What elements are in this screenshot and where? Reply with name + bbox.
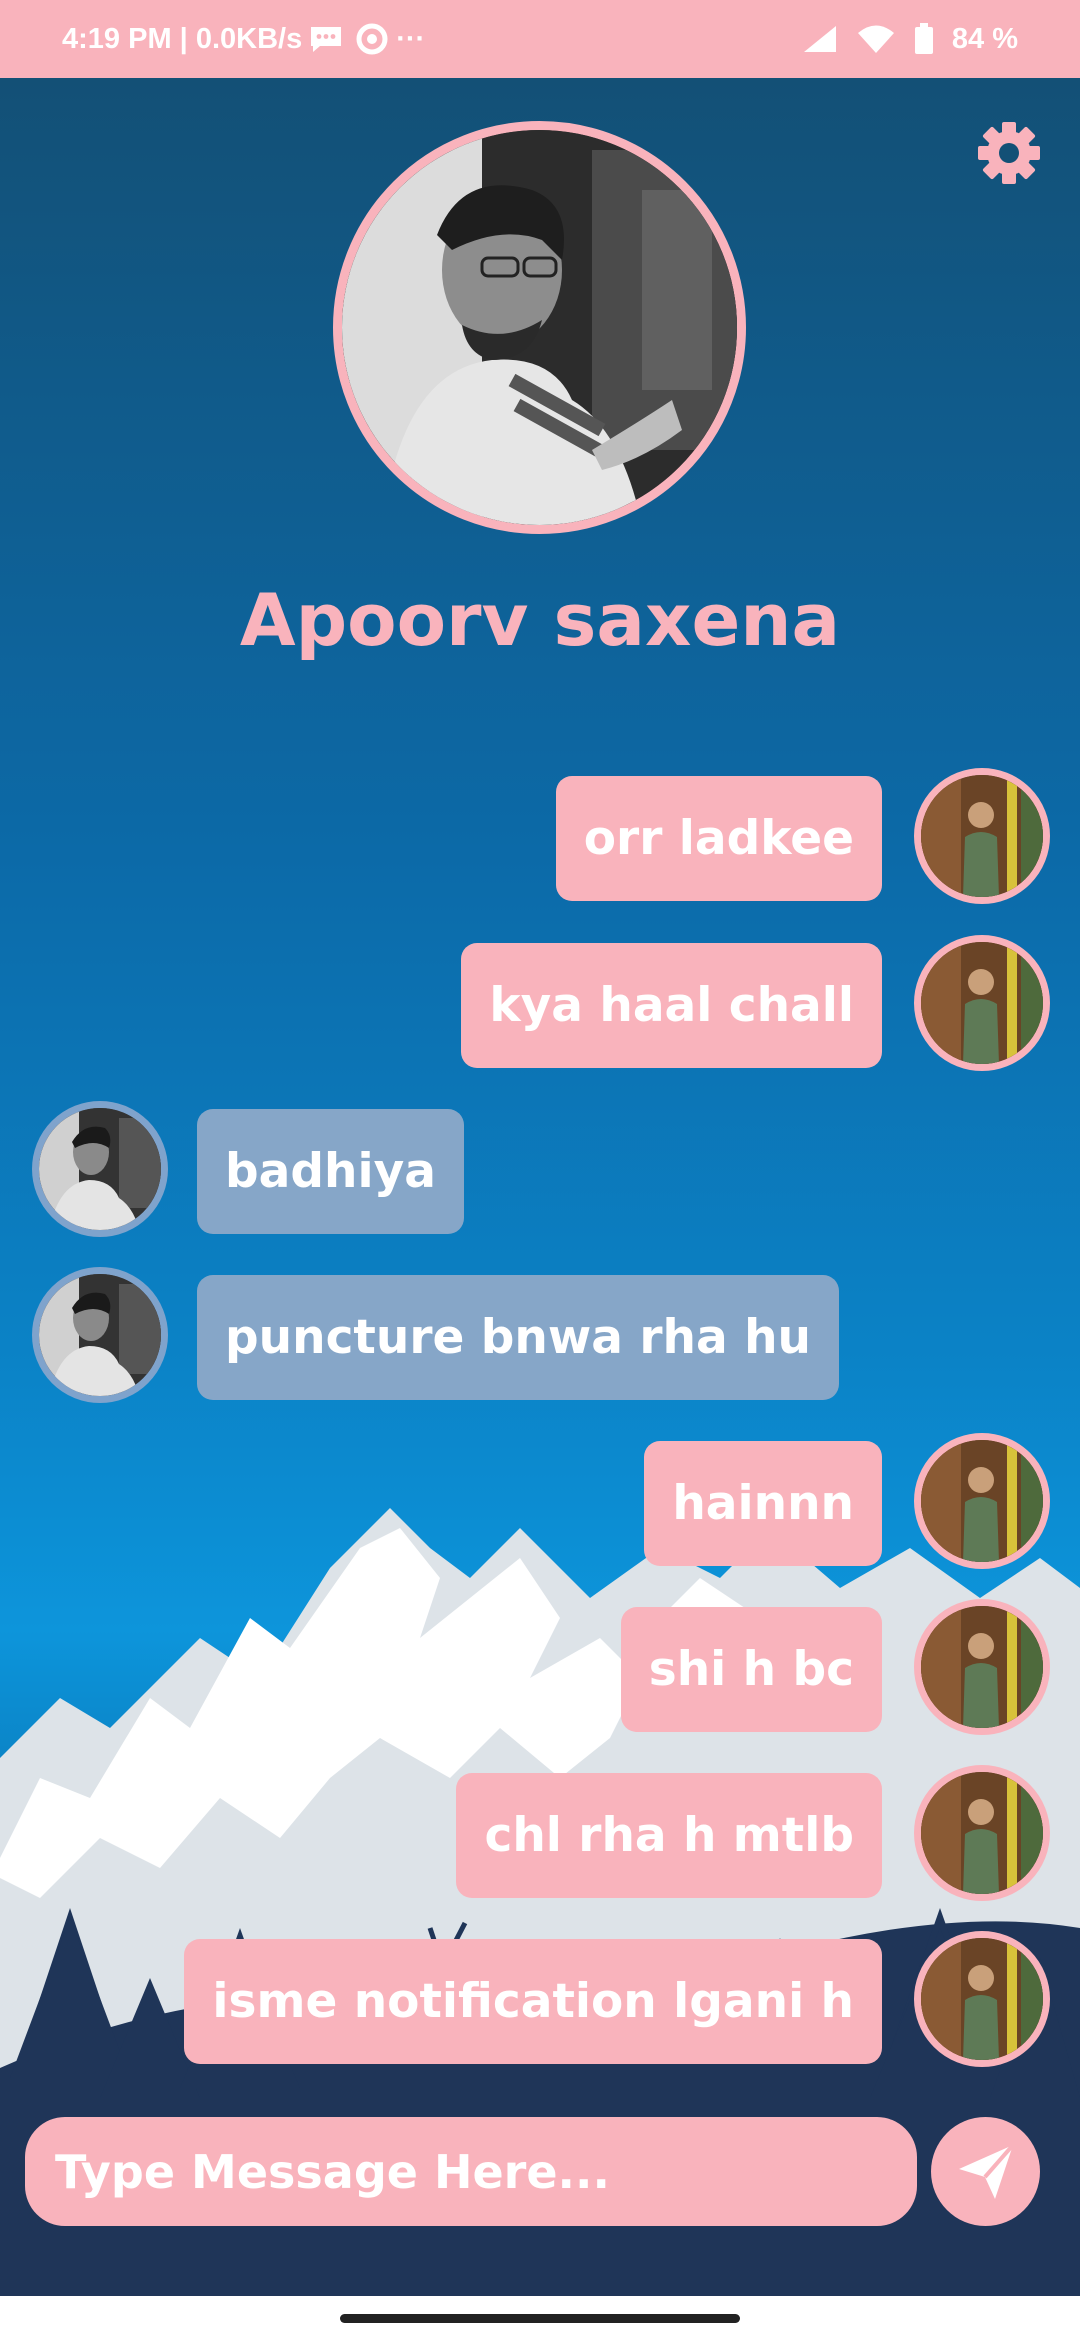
message-row: kya haal chall bbox=[0, 935, 1080, 1071]
message-row: isme notification lgani h bbox=[0, 1931, 1080, 2067]
status-time: 4:19 PM | 0.0KB/s bbox=[62, 22, 303, 55]
system-navigation-bar bbox=[0, 2296, 1080, 2340]
contact-avatar-photo bbox=[39, 1274, 161, 1396]
paper-plane-icon bbox=[958, 2143, 1015, 2199]
chat-area[interactable]: Apoorv saxena orr ladkee kya haal chall bbox=[0, 78, 1080, 2296]
sender-avatar[interactable] bbox=[914, 1599, 1050, 1735]
settings-button[interactable] bbox=[974, 118, 1044, 188]
status-right: 84 % bbox=[802, 23, 1018, 56]
sent-message-bubble[interactable]: kya haal chall bbox=[461, 943, 882, 1068]
sender-avatar[interactable] bbox=[914, 1931, 1050, 2067]
received-message-bubble[interactable]: badhiya bbox=[197, 1109, 464, 1234]
message-row: shi h bc bbox=[0, 1599, 1080, 1735]
message-notification-icon bbox=[311, 27, 342, 52]
received-message-bubble[interactable]: puncture bnwa rha hu bbox=[197, 1275, 840, 1400]
home-indicator[interactable] bbox=[340, 2314, 740, 2323]
sent-message-bubble[interactable]: shi h bc bbox=[620, 1607, 882, 1732]
message-input[interactable]: Type Message Here... bbox=[25, 2117, 917, 2226]
sent-message-bubble[interactable]: chl rha h mtlb bbox=[456, 1773, 882, 1898]
more-indicator: ··· bbox=[396, 22, 426, 55]
message-row: hainnn bbox=[0, 1433, 1080, 1569]
battery-icon bbox=[914, 23, 933, 54]
sender-avatar-photo bbox=[921, 1606, 1043, 1728]
sent-message-bubble[interactable]: orr ladkee bbox=[555, 776, 882, 901]
contact-avatar[interactable] bbox=[32, 1101, 168, 1237]
contact-avatar[interactable] bbox=[32, 1267, 168, 1403]
circle-notification-icon bbox=[356, 23, 388, 55]
sender-avatar-photo bbox=[921, 1772, 1043, 1894]
sender-avatar[interactable] bbox=[914, 1433, 1050, 1569]
sender-avatar[interactable] bbox=[914, 935, 1050, 1071]
profile-person-photo bbox=[342, 130, 737, 525]
signal-icon bbox=[803, 26, 836, 52]
battery-percent: 84 % bbox=[951, 22, 1018, 55]
profile-photo[interactable] bbox=[333, 121, 746, 534]
sender-avatar[interactable] bbox=[914, 768, 1050, 904]
sent-message-bubble[interactable]: isme notification lgani h bbox=[184, 1939, 882, 2064]
sent-message-bubble[interactable]: hainnn bbox=[644, 1441, 882, 1566]
message-row: orr ladkee bbox=[0, 768, 1080, 904]
contact-avatar-photo bbox=[39, 1108, 161, 1230]
status-left: 4:19 PM | 0.0KB/s ··· bbox=[62, 21, 425, 57]
sender-avatar[interactable] bbox=[914, 1765, 1050, 1901]
wifi-icon bbox=[857, 25, 894, 53]
contact-name: Apoorv saxena bbox=[239, 578, 841, 662]
sender-avatar-photo bbox=[921, 942, 1043, 1064]
sender-avatar-photo bbox=[921, 1440, 1043, 1562]
gear-icon bbox=[978, 122, 1040, 184]
sender-avatar-photo bbox=[921, 775, 1043, 897]
status-bar: 4:19 PM | 0.0KB/s ··· 84 % bbox=[0, 0, 1080, 78]
message-row: chl rha h mtlb bbox=[0, 1765, 1080, 1901]
message-row: badhiya bbox=[0, 1101, 1080, 1237]
message-row: puncture bnwa rha hu bbox=[0, 1267, 1080, 1403]
message-input-placeholder: Type Message Here... bbox=[55, 2144, 610, 2199]
sender-avatar-photo bbox=[921, 1938, 1043, 2060]
send-button[interactable] bbox=[931, 2117, 1040, 2226]
